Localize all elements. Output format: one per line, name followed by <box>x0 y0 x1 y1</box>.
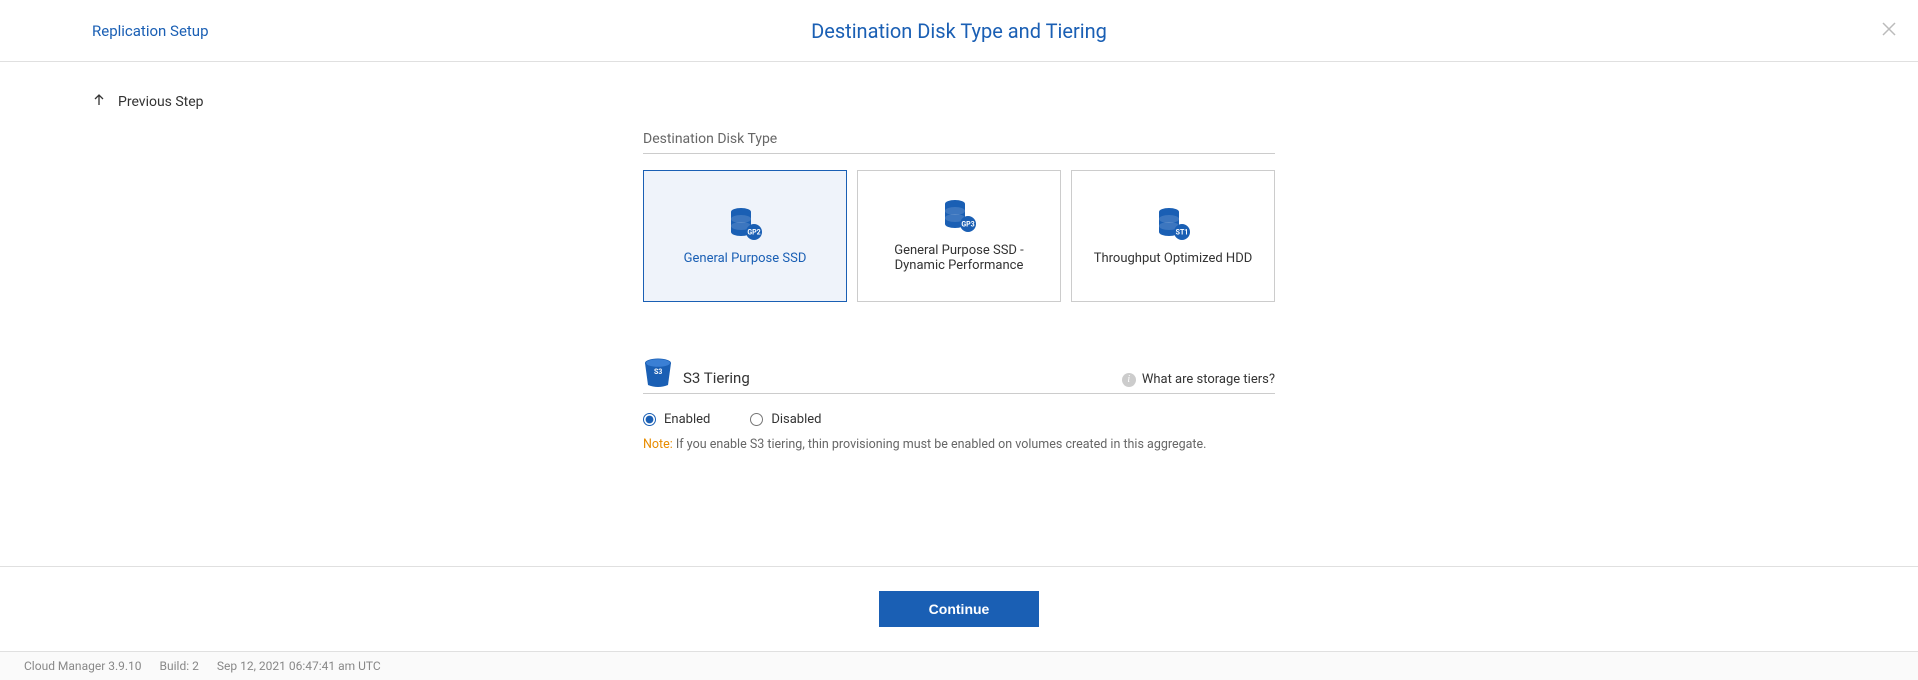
tiering-radio-disabled[interactable]: Disabled <box>750 412 821 427</box>
previous-step-link[interactable]: Previous Step <box>92 93 204 111</box>
footer-action-bar: Continue <box>0 566 1918 652</box>
disk-type-card-st1[interactable]: ST1 Throughput Optimized HDD <box>1071 170 1275 302</box>
info-icon: i <box>1122 373 1136 387</box>
continue-button[interactable]: Continue <box>879 591 1040 627</box>
disk-type-card-gp3[interactable]: GP3 General Purpose SSD - Dynamic Perfor… <box>857 170 1061 302</box>
svg-text:GP2: GP2 <box>747 228 760 236</box>
s3-bucket-icon: S3 <box>643 357 673 387</box>
svg-text:ST1: ST1 <box>1176 228 1189 236</box>
radio-label: Enabled <box>664 412 710 427</box>
svg-text:GP3: GP3 <box>961 221 974 229</box>
disk-type-section-label: Destination Disk Type <box>643 131 1275 154</box>
footer-info: Cloud Manager 3.9.10 Build: 2 Sep 12, 20… <box>0 652 1918 680</box>
database-gp2-icon: GP2 <box>727 207 763 241</box>
disk-type-options: GP2 General Purpose SSD GP3 <box>643 170 1275 302</box>
footer-version: Cloud Manager 3.9.10 <box>24 659 142 673</box>
footer-build: Build: 2 <box>160 659 199 673</box>
svg-text:S3: S3 <box>654 368 662 376</box>
disk-type-label: General Purpose SSD <box>684 251 807 266</box>
tiering-radio-enabled[interactable]: Enabled <box>643 412 710 427</box>
arrow-up-icon <box>92 93 106 111</box>
note-prefix: Note: <box>643 437 673 452</box>
previous-step-label: Previous Step <box>118 94 204 110</box>
header-bar: Replication Setup Destination Disk Type … <box>0 0 1918 62</box>
radio-input[interactable] <box>643 413 656 426</box>
close-icon[interactable] <box>1880 20 1898 42</box>
disk-type-card-gp2[interactable]: GP2 General Purpose SSD <box>643 170 847 302</box>
radio-input[interactable] <box>750 413 763 426</box>
tiering-radio-group: Enabled Disabled <box>643 412 1275 427</box>
note-text: If you enable S3 tiering, thin provision… <box>676 437 1207 452</box>
footer-timestamp: Sep 12, 2021 06:47:41 am UTC <box>217 659 381 673</box>
tiering-section-header: S3 S3 Tiering i What are storage tiers? <box>643 357 1275 394</box>
radio-label: Disabled <box>771 412 821 427</box>
database-gp3-icon: GP3 <box>941 199 977 233</box>
disk-type-label: Throughput Optimized HDD <box>1094 251 1253 266</box>
tiering-note: Note: If you enable S3 tiering, thin pro… <box>643 437 1275 452</box>
database-st1-icon: ST1 <box>1155 207 1191 241</box>
disk-type-label: General Purpose SSD - Dynamic Performanc… <box>868 243 1050 273</box>
page-title: Destination Disk Type and Tiering <box>0 19 1918 43</box>
storage-tiers-help-link[interactable]: i What are storage tiers? <box>1122 372 1275 387</box>
help-text: What are storage tiers? <box>1142 372 1275 387</box>
breadcrumb[interactable]: Replication Setup <box>92 22 209 40</box>
tiering-title: S3 Tiering <box>683 369 750 387</box>
